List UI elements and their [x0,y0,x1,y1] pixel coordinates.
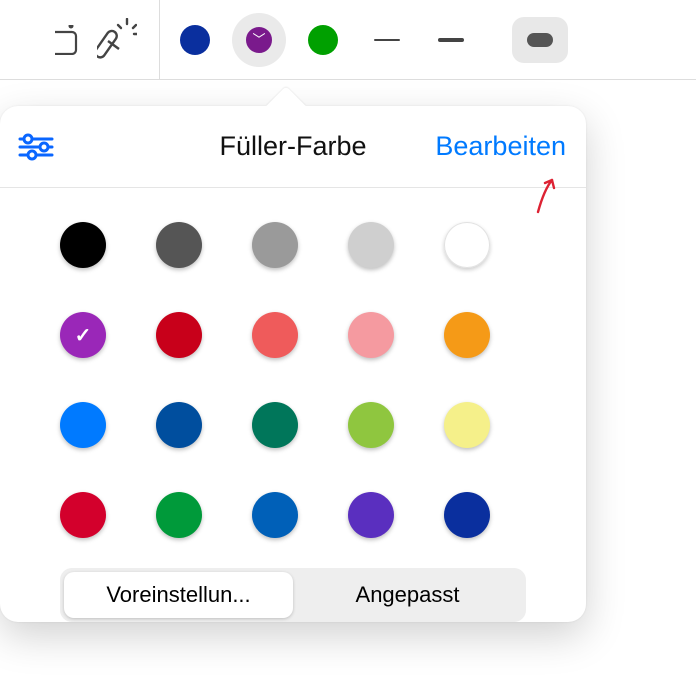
segment-custom[interactable]: Angepasst [293,572,522,618]
popover-header: Füller-Farbe Bearbeiten [0,106,586,188]
magic-wand-icon[interactable] [97,18,137,62]
panel-icon[interactable] [55,25,79,55]
color-swatch-dark-gray[interactable] [156,222,202,268]
color-swatch-teal[interactable] [252,402,298,448]
color-swatch-crimson[interactable] [60,492,106,538]
swatch-grid-section: ✓ [0,188,586,568]
color-swatch-navy[interactable] [444,492,490,538]
color-swatch-orange[interactable] [444,312,490,358]
color-swatch-pink[interactable] [348,312,394,358]
color-swatch-purple[interactable]: ✓ [60,312,106,358]
color-swatch-gray[interactable] [252,222,298,268]
toolbar-color-swatch[interactable] [180,25,210,55]
segmented-control-wrap: Voreinstellun... Angepasst [0,568,586,622]
color-swatch-coral[interactable] [252,312,298,358]
toolbar-color-swatch-selected[interactable]: ﹀ [244,25,274,55]
edit-button[interactable]: Bearbeiten [435,131,566,162]
pill-icon [527,33,553,47]
top-toolbar: ﹀ [0,0,696,80]
sliders-icon[interactable] [18,133,54,161]
color-swatch-yellow[interactable] [444,402,490,448]
stroke-thin-button[interactable] [372,39,402,41]
swatch-grid: ✓ [60,222,526,538]
chevron-down-icon: ﹀ [252,33,265,46]
color-swatch-blue[interactable] [60,402,106,448]
stroke-medium-button[interactable] [436,38,466,42]
color-popover: Füller-Farbe Bearbeiten ✓ Voreinstellun.… [0,106,586,622]
color-swatch-violet[interactable] [348,492,394,538]
check-icon: ✓ [75,323,92,348]
segmented-control: Voreinstellun... Angepasst [60,568,526,622]
color-swatch-green[interactable] [156,492,202,538]
color-swatch-lime[interactable] [348,402,394,448]
popover-title: Füller-Farbe [219,131,366,162]
toolbar-color-swatch[interactable] [308,25,338,55]
toolbar-left-group [0,0,160,79]
shape-pill-button[interactable] [512,17,568,63]
color-swatch-red[interactable] [156,312,202,358]
toolbar-right-group: ﹀ [160,17,696,63]
color-swatch-light-gray[interactable] [348,222,394,268]
color-swatch-black[interactable] [60,222,106,268]
color-swatch-white[interactable] [444,222,490,268]
color-swatch-dark-blue[interactable] [156,402,202,448]
segment-preset[interactable]: Voreinstellun... [64,572,293,618]
color-swatch-royal-blue[interactable] [252,492,298,538]
